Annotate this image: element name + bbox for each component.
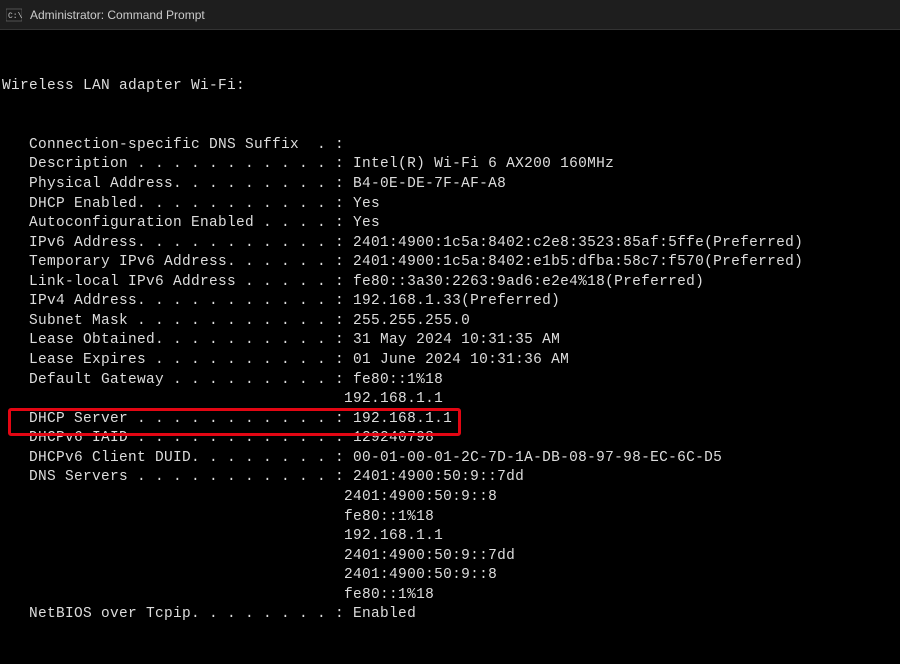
output-line: Link-local IPv6 Address . . . . . : fe80… <box>0 273 900 293</box>
output-line: NetBIOS over Tcpip. . . . . . . . : Enab… <box>0 605 900 625</box>
adapter-header: Wireless LAN adapter Wi-Fi: <box>0 77 900 97</box>
output-line: 2401:4900:50:9::8 <box>0 488 900 508</box>
window-title: Administrator: Command Prompt <box>30 8 205 22</box>
output-line: 192.168.1.1 <box>0 390 900 410</box>
output-line: DHCPv6 IAID . . . . . . . . . . . : 1292… <box>0 429 900 449</box>
output-line: 192.168.1.1 <box>0 527 900 547</box>
svg-text:C:\: C:\ <box>8 12 22 21</box>
output-line: Connection-specific DNS Suffix . : <box>0 136 900 156</box>
output-line: Lease Obtained. . . . . . . . . . : 31 M… <box>0 331 900 351</box>
window-titlebar: C:\ Administrator: Command Prompt <box>0 0 900 30</box>
output-line: 2401:4900:50:9::7dd <box>0 547 900 567</box>
output-line: Temporary IPv6 Address. . . . . . : 2401… <box>0 253 900 273</box>
output-line: Subnet Mask . . . . . . . . . . . : 255.… <box>0 312 900 332</box>
output-line: DHCPv6 Client DUID. . . . . . . . : 00-0… <box>0 449 900 469</box>
output-line: DHCP Server . . . . . . . . . . . : 192.… <box>0 410 900 430</box>
output-line: Description . . . . . . . . . . . : Inte… <box>0 155 900 175</box>
output-line: DNS Servers . . . . . . . . . . . : 2401… <box>0 468 900 488</box>
output-line: fe80::1%18 <box>0 508 900 528</box>
output-line: IPv6 Address. . . . . . . . . . . : 2401… <box>0 234 900 254</box>
output-line: Physical Address. . . . . . . . . : B4-0… <box>0 175 900 195</box>
output-line: DHCP Enabled. . . . . . . . . . . : Yes <box>0 195 900 215</box>
output-line: Lease Expires . . . . . . . . . . : 01 J… <box>0 351 900 371</box>
output-line: IPv4 Address. . . . . . . . . . . : 192.… <box>0 292 900 312</box>
cmd-icon: C:\ <box>6 7 22 23</box>
output-line: Default Gateway . . . . . . . . . : fe80… <box>0 371 900 391</box>
output-line: fe80::1%18 <box>0 586 900 606</box>
output-line: 2401:4900:50:9::8 <box>0 566 900 586</box>
terminal-output: Wireless LAN adapter Wi-Fi: Connection-s… <box>0 30 900 664</box>
output-line: Autoconfiguration Enabled . . . . : Yes <box>0 214 900 234</box>
